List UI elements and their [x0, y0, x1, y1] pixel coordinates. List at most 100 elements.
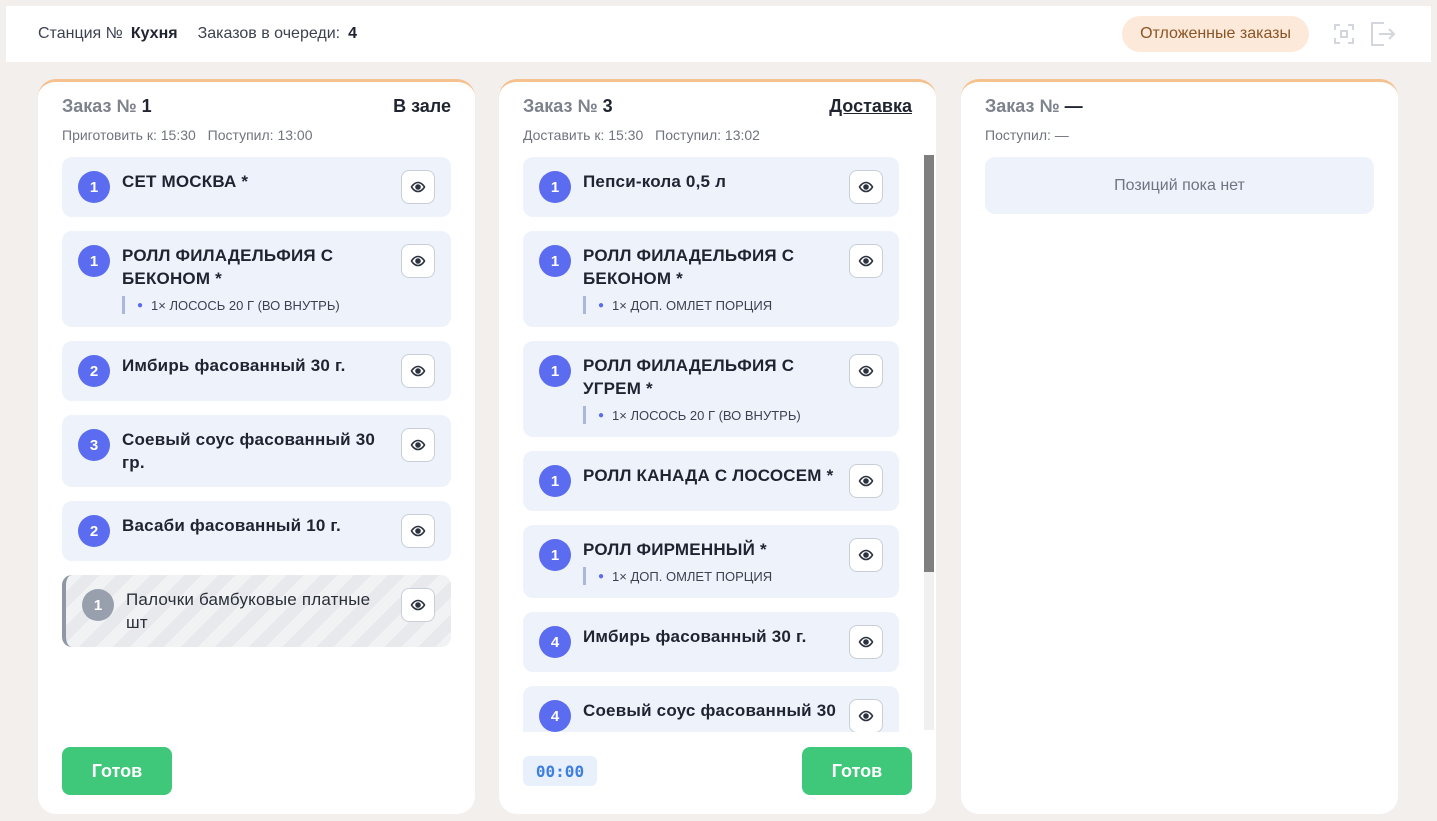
eye-icon[interactable] — [849, 538, 883, 572]
order-card-1: Заказ № 1 В зале Приготовить к: 15:30 По… — [38, 79, 475, 814]
modifier-text: 1× ЛОСОСЬ 20 Г (ВО ВНУТРЬ) — [612, 407, 801, 423]
order-item[interactable]: 1 РОЛЛ ФИЛАДЕЛЬФИЯ С УГРЕМ * ● 1× ЛОСОСЬ … — [523, 341, 899, 437]
scrollbar-thumb[interactable] — [924, 155, 934, 572]
item-name: РОЛЛ ФИЛАДЕЛЬФИЯ С БЕКОНОМ * — [122, 246, 334, 288]
eye-icon[interactable] — [849, 699, 883, 732]
order-timer: 00:00 — [523, 756, 597, 786]
quantity-badge: 1 — [82, 589, 114, 621]
order-item[interactable]: 3 Соевый соус фасованный 30 гр. — [62, 415, 451, 487]
quantity-badge: 2 — [78, 515, 110, 547]
ready-button[interactable]: Готов — [62, 747, 172, 795]
eye-icon[interactable] — [401, 354, 435, 388]
order-header: Заказ № 1 В зале Приготовить к: 15:30 По… — [62, 96, 451, 143]
order-item[interactable]: 2 Имбирь фасованный 30 г. — [62, 341, 451, 401]
quantity-badge: 1 — [539, 355, 571, 387]
quantity-badge: 1 — [539, 465, 571, 497]
eye-icon[interactable] — [401, 514, 435, 548]
item-name: Пепси-кола 0,5 л — [583, 172, 727, 191]
order-received-time: Поступил: 13:02 — [655, 127, 760, 143]
eye-icon[interactable] — [401, 588, 435, 622]
order-number: 1 — [141, 96, 152, 116]
quantity-badge: 4 — [539, 700, 571, 732]
order-number: 3 — [602, 96, 613, 116]
eye-icon[interactable] — [401, 244, 435, 278]
order-item[interactable]: 1 СЕТ МОСКВА * — [62, 157, 451, 217]
bullet-icon: ● — [598, 570, 605, 582]
quantity-badge: 1 — [78, 245, 110, 277]
order-items-list[interactable]: 1 Пепси-кола 0,5 л 1 РОЛЛ ФИЛАДЕЛЬФИЯ С … — [523, 157, 899, 732]
item-name: Соевый соус фасованный 30 — [583, 701, 837, 720]
order-item-done[interactable]: 1 Палочки бамбуковые платные шт — [62, 575, 451, 647]
quantity-badge: 1 — [539, 245, 571, 277]
item-name: РОЛЛ ФИЛАДЕЛЬФИЯ С БЕКОНОМ * — [583, 246, 795, 288]
quantity-badge: 2 — [78, 355, 110, 387]
order-received-time: Поступил: — — [985, 127, 1069, 143]
modifier-text: 1× ЛОСОСЬ 20 Г (ВО ВНУТРЬ) — [151, 297, 340, 313]
items-scrollbar[interactable] — [924, 155, 934, 730]
order-title-prefix: Заказ № — [523, 96, 598, 116]
order-item[interactable]: 4 Имбирь фасованный 30 г. — [523, 612, 899, 672]
order-meta: Доставить к: 15:30 Поступил: 13:02 — [523, 127, 912, 143]
order-meta: Приготовить к: 15:30 Поступил: 13:00 — [62, 127, 451, 143]
eye-icon[interactable] — [401, 170, 435, 204]
order-number: — — [1064, 96, 1083, 116]
queue-label: Заказов в очереди: — [197, 25, 341, 42]
modifier-text: 1× ДОП. ОМЛЕТ ПОРЦИЯ — [612, 297, 773, 313]
quantity-badge: 3 — [78, 429, 110, 461]
order-item[interactable]: 1 РОЛЛ ФИЛАДЕЛЬФИЯ С БЕКОНОМ * ● 1× ЛОСОС… — [62, 231, 451, 327]
quantity-badge: 4 — [539, 626, 571, 658]
quantity-badge: 1 — [539, 539, 571, 571]
item-modifier: ● 1× ЛОСОСЬ 20 Г (ВО ВНУТРЬ) — [583, 406, 839, 424]
item-name: Имбирь фасованный 30 г. — [583, 627, 807, 646]
empty-items-placeholder: Позиций пока нет — [985, 157, 1374, 214]
station-label: Станция № — [38, 25, 123, 42]
top-bar: Станция № Кухня Заказов в очереди: 4 Отл… — [6, 6, 1431, 62]
eye-icon[interactable] — [401, 428, 435, 462]
bullet-icon: ● — [137, 299, 144, 311]
item-name: Соевый соус фасованный 30 гр. — [122, 430, 376, 472]
order-due-time: Приготовить к: 15:30 — [62, 127, 196, 143]
order-header: Заказ № — Поступил: — — [985, 96, 1374, 143]
order-item[interactable]: 1 Пепси-кола 0,5 л — [523, 157, 899, 217]
item-name: Палочки бамбуковые платные шт — [126, 590, 371, 632]
fullscreen-icon[interactable] — [1327, 17, 1361, 51]
quantity-badge: 1 — [78, 171, 110, 203]
order-title-prefix: Заказ № — [985, 96, 1060, 116]
eye-icon[interactable] — [849, 464, 883, 498]
item-name: Имбирь фасованный 30 г. — [122, 356, 346, 375]
order-header: Заказ № 3 Доставка Доставить к: 15:30 По… — [523, 96, 912, 143]
order-item[interactable]: 1 РОЛЛ ФИРМЕННЫЙ * ● 1× ДОП. ОМЛЕТ ПОРЦИЯ — [523, 525, 899, 598]
order-received-time: Поступил: 13:00 — [207, 127, 313, 143]
quantity-badge: 1 — [539, 171, 571, 203]
item-name: РОЛЛ ФИЛАДЕЛЬФИЯ С УГРЕМ * — [583, 356, 795, 398]
bullet-icon: ● — [598, 299, 605, 311]
eye-icon[interactable] — [849, 625, 883, 659]
item-modifier: ● 1× ДОП. ОМЛЕТ ПОРЦИЯ — [583, 296, 839, 314]
order-item[interactable]: 4 Соевый соус фасованный 30 — [523, 686, 899, 732]
order-title-prefix: Заказ № — [62, 96, 137, 116]
eye-icon[interactable] — [849, 354, 883, 388]
item-name: СЕТ МОСКВА * — [122, 172, 249, 191]
station-value: Кухня — [130, 25, 178, 42]
order-item[interactable]: 1 РОЛЛ КАНАДА С ЛОСОСЕМ * — [523, 451, 899, 511]
item-modifier: ● 1× ДОП. ОМЛЕТ ПОРЦИЯ — [583, 567, 839, 585]
ready-button[interactable]: Готов — [802, 747, 912, 795]
item-name: РОЛЛ КАНАДА С ЛОСОСЕМ * — [583, 466, 834, 485]
order-type-link[interactable]: Доставка — [829, 96, 912, 117]
order-card-3: Заказ № 3 Доставка Доставить к: 15:30 По… — [499, 79, 936, 814]
queue-count: 4 — [348, 25, 358, 42]
order-title: Заказ № — — [985, 96, 1374, 117]
bullet-icon: ● — [598, 409, 605, 421]
item-name: Васаби фасованный 10 г. — [122, 516, 341, 535]
order-due-time: Доставить к: 15:30 — [523, 127, 644, 143]
eye-icon[interactable] — [849, 244, 883, 278]
order-items-list: 1 СЕТ МОСКВА * 1 РОЛЛ ФИЛАДЕЛЬФИЯ С БЕКО… — [62, 157, 451, 661]
order-item[interactable]: 1 РОЛЛ ФИЛАДЕЛЬФИЯ С БЕКОНОМ * ● 1× ДОП. … — [523, 231, 899, 327]
order-card-empty: Заказ № — Поступил: — Позиций пока нет — [961, 79, 1398, 814]
logout-icon[interactable] — [1365, 17, 1399, 51]
eye-icon[interactable] — [849, 170, 883, 204]
order-item[interactable]: 2 Васаби фасованный 10 г. — [62, 501, 451, 561]
item-modifier: ● 1× ЛОСОСЬ 20 Г (ВО ВНУТРЬ) — [122, 296, 391, 314]
modifier-text: 1× ДОП. ОМЛЕТ ПОРЦИЯ — [612, 568, 773, 584]
deferred-orders-button[interactable]: Отложенные заказы — [1122, 16, 1309, 52]
